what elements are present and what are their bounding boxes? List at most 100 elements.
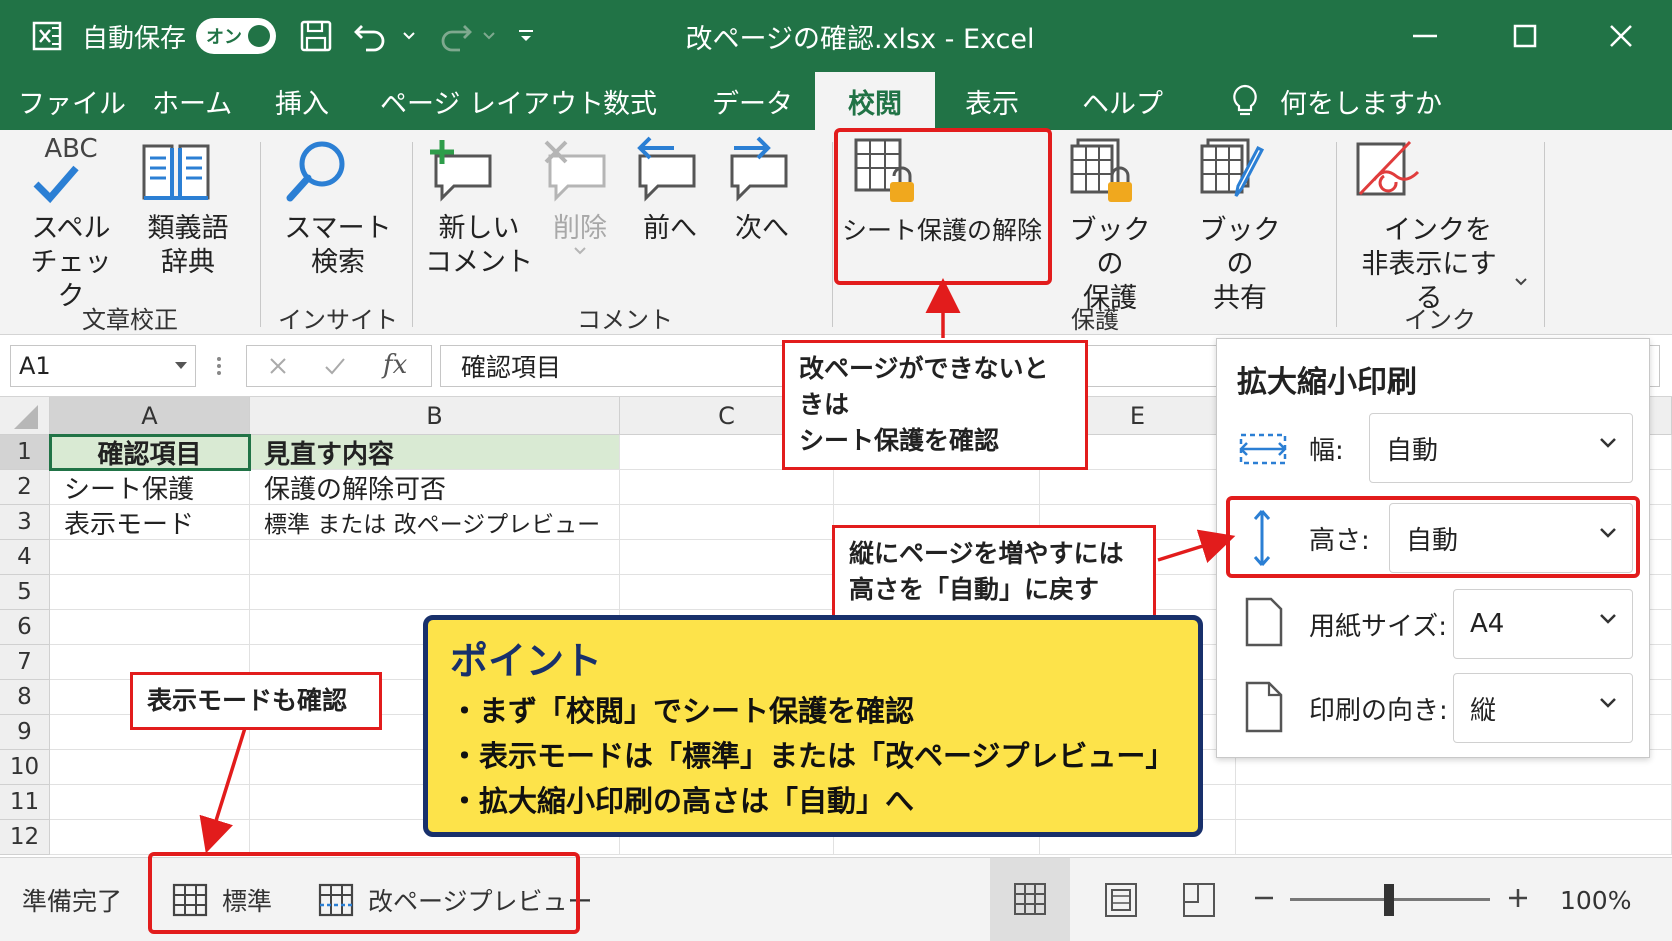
group-label-insights: インサイト — [278, 306, 398, 334]
cell-b2[interactable]: 保護の解除可否 — [250, 470, 620, 505]
customize-qat-icon[interactable] — [516, 0, 536, 72]
cell-b1[interactable]: 見直す内容 — [250, 435, 620, 470]
callout-view-mode-text: 表示モードも確認 — [147, 686, 348, 715]
select-all-corner[interactable] — [0, 397, 50, 435]
previous-comment-label: 前へ — [643, 213, 697, 244]
share-workbook-label-2: 共有 — [1213, 283, 1267, 314]
confirm-entry-icon[interactable] — [323, 355, 347, 377]
cell-a10[interactable] — [50, 750, 250, 785]
tab-page-layout[interactable]: ページ レイアウト — [380, 72, 604, 130]
cell-e2[interactable] — [1040, 470, 1236, 505]
chevron-down-icon — [1598, 696, 1618, 710]
zoom-slider-thumb[interactable] — [1384, 884, 1394, 916]
cell-f11[interactable] — [1236, 785, 1672, 820]
row-header[interactable]: 4 — [0, 540, 50, 575]
group-separator — [412, 142, 413, 327]
row-header[interactable]: 11 — [0, 785, 50, 820]
new-comment-label-2: コメント — [425, 247, 533, 278]
row-header[interactable]: 3 — [0, 505, 50, 540]
close-icon[interactable] — [1606, 0, 1636, 72]
column-header-b[interactable]: B — [250, 397, 620, 435]
cell-c4[interactable] — [620, 540, 834, 575]
insert-function-button[interactable]: fx — [383, 350, 407, 380]
zoom-in-icon[interactable] — [1506, 886, 1530, 910]
cell-c3[interactable] — [620, 505, 834, 540]
page-layout-view-icon[interactable] — [1104, 882, 1138, 918]
group-separator — [1544, 142, 1545, 327]
cancel-entry-icon[interactable] — [267, 355, 289, 377]
tab-home[interactable]: ホーム — [152, 72, 232, 130]
share-workbook-button[interactable]: ブックの 共有 — [1190, 136, 1290, 316]
search-icon — [278, 136, 398, 206]
zoom-level[interactable]: 100% — [1560, 858, 1631, 941]
point-summary-box: ポイント ・まず「校閲」でシート保護を確認 ・表示モードは「標準」または「改ペー… — [423, 615, 1203, 837]
page-break-view-icon[interactable] — [1182, 882, 1216, 918]
hide-ink-button[interactable]: インクを 非表示にする — [1348, 136, 1528, 316]
tab-view[interactable]: 表示 — [965, 72, 1019, 130]
save-icon[interactable] — [298, 0, 334, 72]
highlight-height-row — [1226, 496, 1640, 578]
cell-c5[interactable] — [620, 575, 834, 610]
tab-insert[interactable]: 挿入 — [275, 72, 329, 130]
row-header[interactable]: 12 — [0, 820, 50, 855]
row-header[interactable]: 7 — [0, 645, 50, 680]
cell-a4[interactable] — [50, 540, 250, 575]
more-options-icon[interactable] — [216, 355, 222, 377]
autosave-toggle[interactable]: オン — [196, 18, 276, 54]
undo-icon[interactable] — [352, 0, 388, 72]
callout-sheet-protect-line-2: シート保護を確認 — [799, 426, 1000, 455]
row-header[interactable]: 1 — [0, 435, 50, 470]
cell-a5[interactable] — [50, 575, 250, 610]
callout-height-auto-line-2: 高さを「自動」に戻す — [849, 575, 1100, 604]
spelling-button[interactable]: ABC スペル チェック — [26, 136, 116, 314]
smart-lookup-button[interactable]: スマート 検索 — [278, 136, 398, 280]
name-box-dropdown-icon[interactable] — [175, 362, 187, 370]
new-comment-button[interactable]: 新しい コメント — [424, 136, 534, 280]
cell-a1[interactable]: 確認項目 — [49, 434, 251, 471]
row-header[interactable]: 9 — [0, 715, 50, 750]
group-label-ink: インク — [1404, 306, 1476, 334]
status-normal-view-icon[interactable] — [990, 858, 1070, 941]
tell-me-search[interactable]: 何をしますか — [1280, 72, 1442, 130]
cell-a3[interactable]: 表示モード — [50, 505, 250, 540]
zoom-out-icon[interactable] — [1252, 886, 1276, 910]
next-comment-button[interactable]: 次へ — [722, 136, 802, 246]
cell-f12[interactable] — [1236, 820, 1672, 855]
row-header[interactable]: 2 — [0, 470, 50, 505]
undo-dropdown-icon[interactable] — [402, 0, 416, 72]
cell-c2[interactable] — [620, 470, 834, 505]
maximize-icon[interactable] — [1510, 0, 1540, 72]
cell-a6[interactable] — [50, 610, 250, 645]
cell-d2[interactable] — [834, 470, 1040, 505]
row-header[interactable]: 6 — [0, 610, 50, 645]
cell-a12[interactable] — [50, 820, 250, 855]
cell-b3[interactable]: 標準 または 改ページプレビュー — [250, 505, 620, 540]
excel-app-icon[interactable] — [30, 0, 66, 72]
orientation-select[interactable]: 縦 — [1453, 673, 1633, 743]
column-header-a[interactable]: A — [50, 397, 250, 435]
tab-review[interactable]: 校閲 — [815, 72, 935, 130]
thesaurus-button[interactable]: 類義語 辞典 — [138, 136, 238, 280]
cell-b5[interactable] — [250, 575, 620, 610]
tab-help[interactable]: ヘルプ — [1082, 72, 1163, 130]
cell-b4[interactable] — [250, 540, 620, 575]
width-select[interactable]: 自動 — [1369, 413, 1633, 483]
protect-workbook-button[interactable]: ブックの 保護 — [1060, 136, 1160, 316]
callout-sheet-protect-line-1: 改ページができないときは — [799, 354, 1049, 419]
cell-a2[interactable]: シート保護 — [50, 470, 250, 505]
row-header[interactable]: 8 — [0, 680, 50, 715]
row-header[interactable]: 5 — [0, 575, 50, 610]
name-box[interactable]: A1 — [10, 345, 196, 387]
redo-dropdown-icon[interactable] — [482, 0, 496, 72]
cell-a11[interactable] — [50, 785, 250, 820]
minimize-icon[interactable] — [1410, 0, 1440, 72]
callout-height-auto: 縦にページを増やすには 高さを「自動」に戻す — [832, 525, 1156, 619]
tab-formulas[interactable]: 数式 — [603, 72, 657, 130]
delete-comment-button[interactable]: 削除 — [540, 136, 620, 256]
row-header[interactable]: 10 — [0, 750, 50, 785]
previous-comment-button[interactable]: 前へ — [630, 136, 710, 246]
tab-data[interactable]: データ — [712, 72, 793, 130]
redo-icon[interactable] — [438, 0, 474, 72]
tab-file[interactable]: ファイル — [18, 72, 126, 130]
paper-size-select[interactable]: A4 — [1453, 589, 1633, 659]
